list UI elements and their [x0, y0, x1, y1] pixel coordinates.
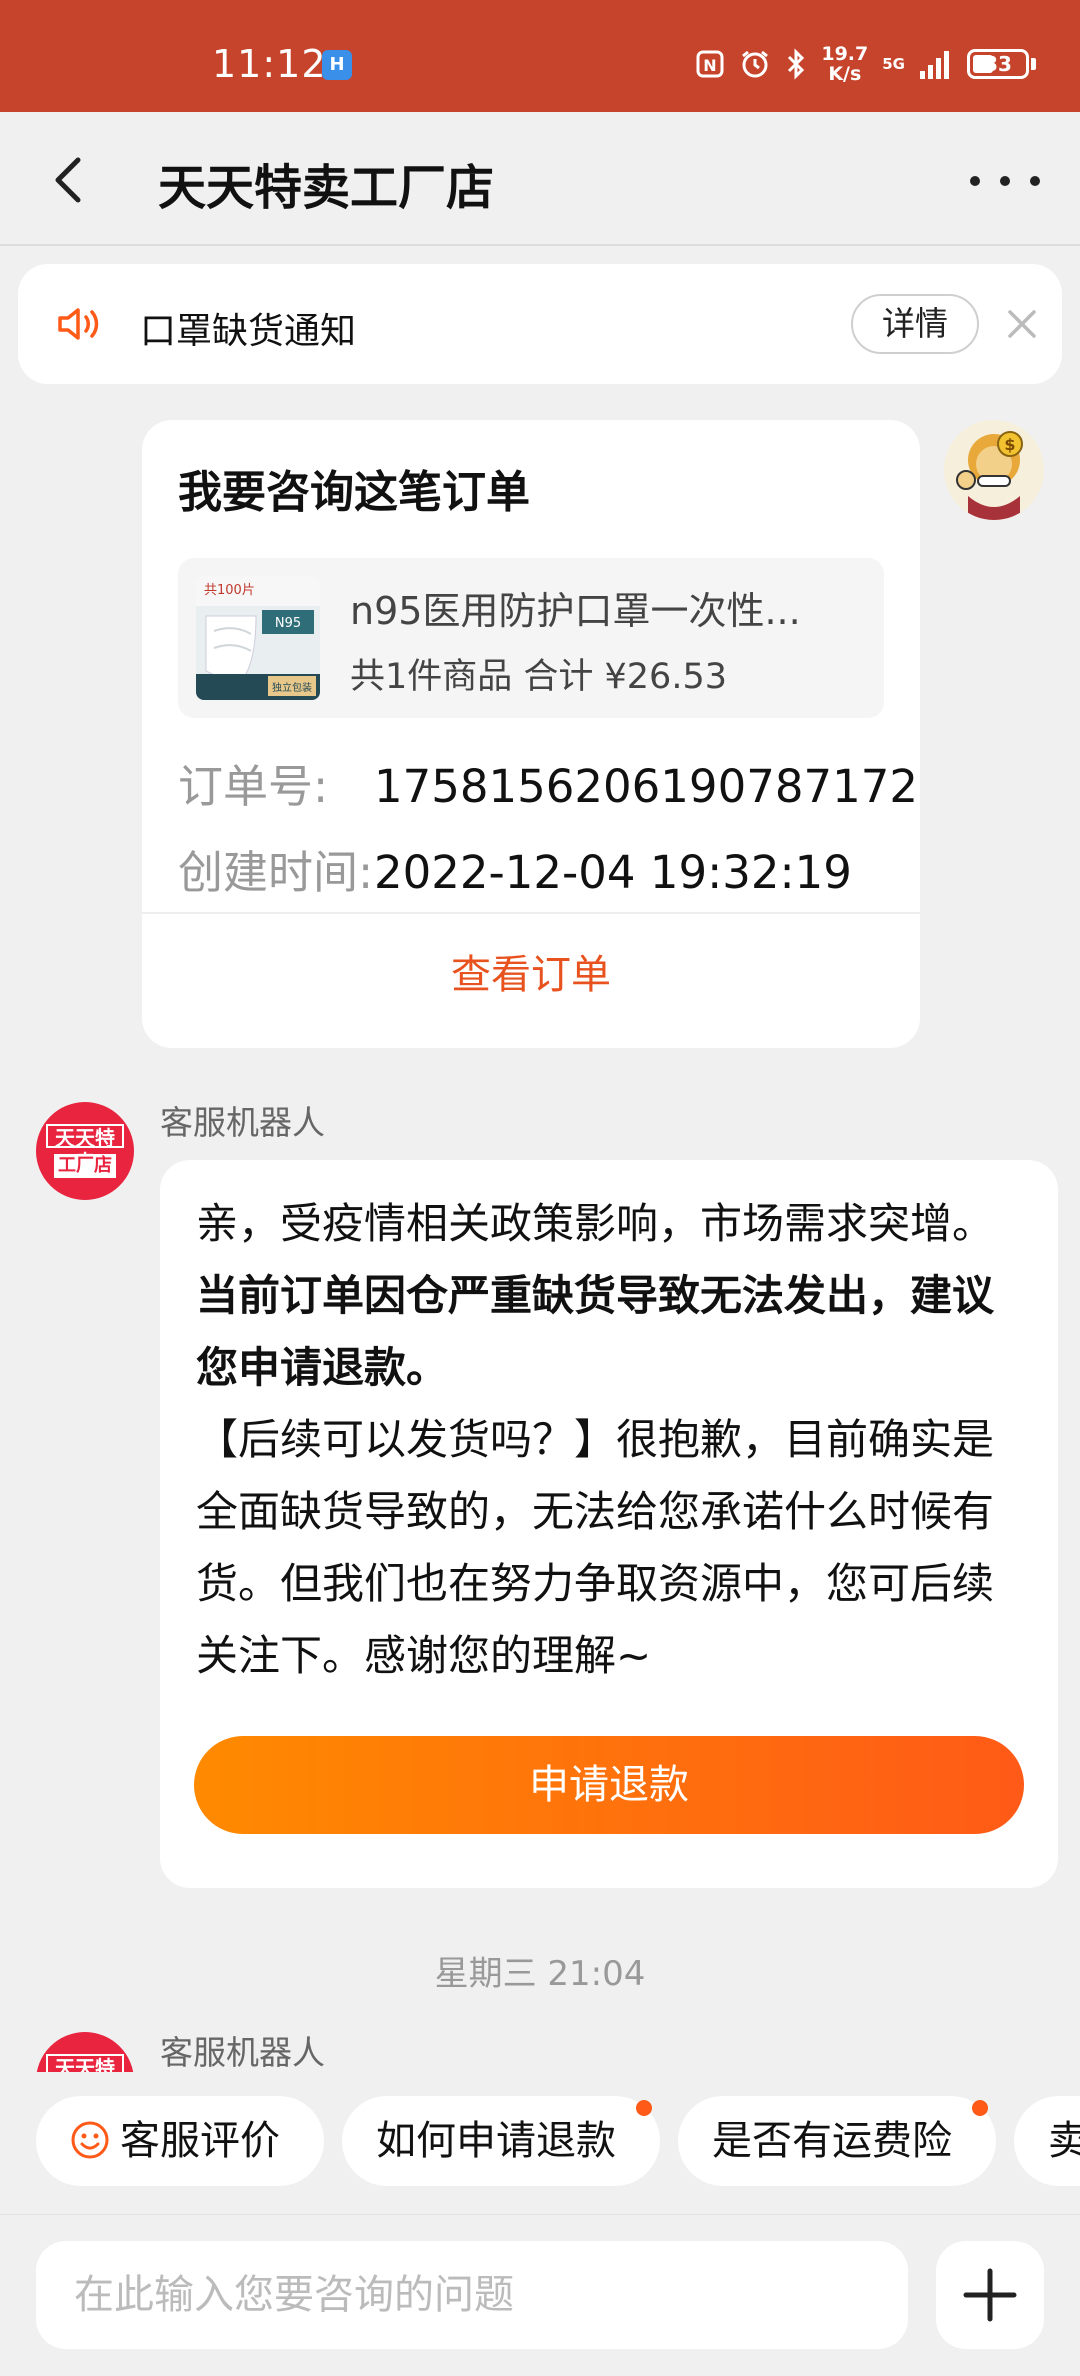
- product-thumbnail: 共100片 N95 独立包装: [196, 576, 320, 700]
- speaker-icon: [58, 308, 99, 340]
- order-number-label: 订单号:: [178, 760, 329, 813]
- add-button[interactable]: [936, 2241, 1044, 2349]
- bot-message-text: 亲，受疫情相关政策影响，市场需求突增。当前订单因仓严重缺货导致无法发出，建议您申…: [196, 1199, 995, 1680]
- back-button[interactable]: [40, 150, 100, 210]
- app-notification-icon: H: [322, 50, 352, 80]
- chevron-left-icon: [55, 157, 81, 203]
- bot-name: 客服机器人: [160, 1103, 325, 1142]
- svg-text:N95: N95: [275, 616, 301, 631]
- order-number-row: 订单号: 1758156206190787172: [178, 750, 918, 815]
- close-icon[interactable]: [1000, 302, 1044, 346]
- chip-how-to-refund[interactable]: 如何申请退款: [342, 2096, 660, 2186]
- created-time-label: 创建时间:: [178, 846, 374, 899]
- new-dot: [636, 2100, 652, 2116]
- order-card-title: 我要咨询这笔订单: [178, 467, 530, 518]
- shop-title: 天天特卖工厂店: [158, 160, 495, 216]
- smile-icon: [71, 2121, 109, 2159]
- battery-level: 33: [984, 52, 1012, 76]
- created-time: 2022-12-04 19:32:19: [374, 846, 852, 899]
- bot-name: 客服机器人: [160, 2033, 325, 2072]
- notice-text: 口罩缺货通知: [140, 311, 357, 352]
- signal-icon: [920, 51, 949, 79]
- chip-more[interactable]: 卖: [1014, 2096, 1080, 2186]
- bot-avatar[interactable]: 天天特卖 工厂店: [36, 2032, 134, 2072]
- time-separator: 星期三 21:04: [434, 1954, 646, 1994]
- input-bar: 在此输入您要咨询的问题: [0, 2214, 1080, 2376]
- order-card: 我要咨询这笔订单 共100片 N95 独立包装 n95医用防护口罩一次性... …: [142, 420, 920, 1048]
- more-button[interactable]: [970, 156, 1040, 206]
- plus-icon: [963, 2268, 1017, 2322]
- network-type: 5G: [882, 55, 905, 73]
- created-time-row: 创建时间:2022-12-04 19:32:19: [178, 836, 852, 901]
- new-dot: [972, 2100, 988, 2116]
- bluetooth-icon: [788, 48, 805, 80]
- svg-text:N: N: [704, 56, 717, 75]
- network-speed: 19.7 K/s: [821, 43, 869, 85]
- more-icon: [970, 176, 980, 186]
- product-name: n95医用防护口罩一次性...: [350, 589, 801, 633]
- notice-detail-button[interactable]: 详情: [851, 294, 979, 354]
- divider: [142, 912, 920, 914]
- view-order-link[interactable]: 查看订单: [142, 942, 920, 1000]
- notice-banner[interactable]: 口罩缺货通知 详情: [18, 264, 1062, 384]
- status-time: 11:12: [212, 42, 327, 86]
- status-icons: N 19.7 K/s 5G 33: [695, 44, 1036, 84]
- chip-service-rating[interactable]: 客服评价: [36, 2096, 324, 2186]
- product-summary: 共1件商品 合计 ¥26.53: [350, 657, 727, 697]
- order-product[interactable]: 共100片 N95 独立包装 n95医用防护口罩一次性... 共1件商品 合计 …: [178, 558, 884, 718]
- bot-message-bubble: 亲，受疫情相关政策影响，市场需求突增。当前订单因仓严重缺货导致无法发出，建议您申…: [160, 1160, 1058, 1888]
- chat-header: 天天特卖工厂店: [0, 112, 1080, 246]
- quick-reply-chips: 客服评价 如何申请退款 是否有运费险 卖: [0, 2096, 1080, 2190]
- svg-text:共100片: 共100片: [204, 583, 255, 598]
- apply-refund-button[interactable]: 申请退款: [194, 1736, 1024, 1834]
- order-number: 1758156206190787172: [374, 760, 918, 813]
- user-avatar[interactable]: $: [944, 420, 1044, 520]
- bot-message-2: 天天特卖 工厂店 客服机器人: [0, 2020, 1080, 2072]
- message-input[interactable]: 在此输入您要咨询的问题: [36, 2241, 908, 2349]
- chip-shipping-insurance[interactable]: 是否有运费险: [678, 2096, 996, 2186]
- bot-avatar[interactable]: 天天特卖 工厂店: [36, 1102, 134, 1200]
- battery-icon: 33: [967, 49, 1036, 79]
- status-bar: 11:12 H N 19.7 K/s 5G 33: [0, 0, 1080, 112]
- svg-text:独立包装: 独立包装: [272, 681, 312, 694]
- svg-text:$: $: [1004, 435, 1015, 454]
- nfc-icon: N: [696, 50, 724, 78]
- alarm-icon: [742, 50, 769, 78]
